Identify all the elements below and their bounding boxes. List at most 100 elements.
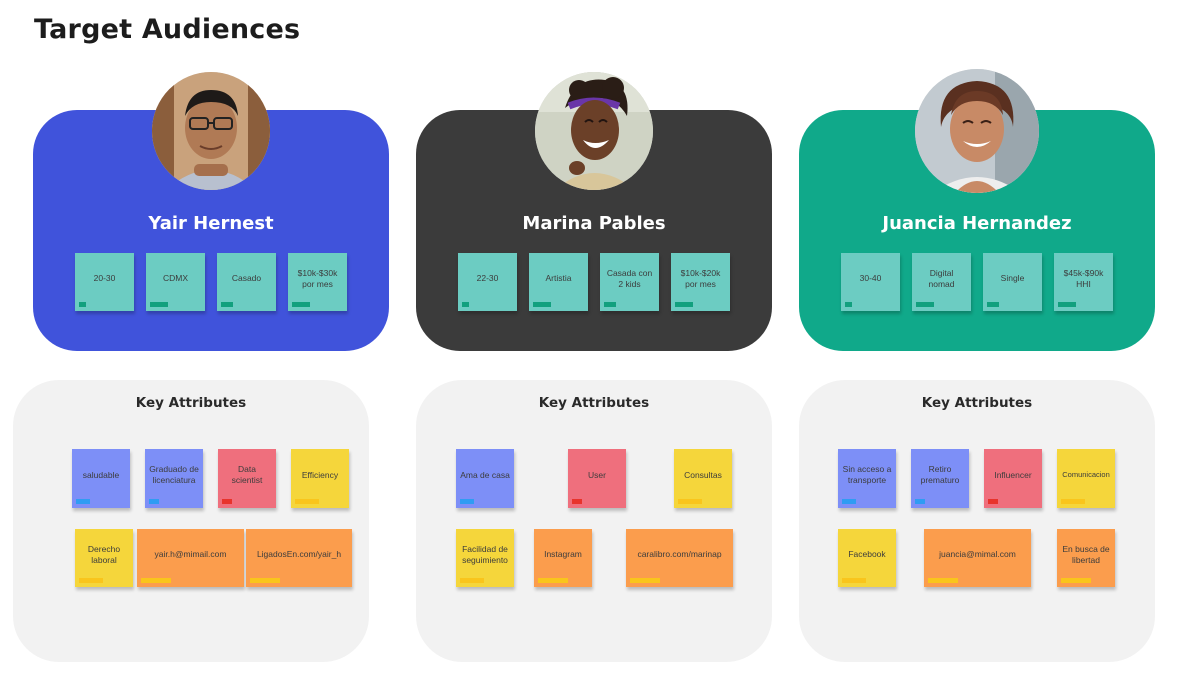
attribute-sticky[interactable]: saludable [72,449,130,508]
sticky-text: User [588,469,606,480]
sticky-tag-strip [1058,302,1076,307]
sticky-text: CDMX [162,273,189,284]
sticky-tag-strip [141,578,171,583]
tag-sticky-income[interactable]: $10k-$20k por mes [671,253,730,311]
attribute-sticky[interactable]: caralibro.com/marinap [626,529,733,587]
tag-sticky-age[interactable]: 30-40 [841,253,900,311]
sticky-text: Single [1000,273,1025,284]
tag-sticky-lifestyle[interactable]: Digital nomad [912,253,971,311]
sticky-tag-strip [250,578,280,583]
tag-sticky-age[interactable]: 22-30 [458,253,517,311]
sticky-tag-strip [916,302,934,307]
sticky-text: LigadosEn.com/yair_h [256,549,342,560]
attribute-sticky[interactable]: Influencer [984,449,1042,508]
sticky-tag-strip [76,499,90,504]
attribute-sticky[interactable]: User [568,449,626,508]
sticky-text: Retiro prematuro [920,464,960,485]
attribute-sticky[interactable]: Comunicacion [1057,449,1115,508]
sticky-tag-strip [460,578,484,583]
sticky-tag-strip [149,499,159,504]
attribute-sticky[interactable]: Efficiency [291,449,349,508]
persona-card-juancia[interactable]: Juancia Hernandez 30-40 Digital nomad Si… [799,69,1155,351]
sticky-text: Influencer [994,469,1032,480]
attribute-sticky[interactable]: Facebook [838,529,896,587]
key-attributes-card-yair[interactable]: Key Attributes saludable Graduado de lic… [13,380,369,662]
attribute-sticky[interactable]: En busca de libertad [1057,529,1115,587]
attribute-sticky[interactable]: Facilidad de seguimiento [456,529,514,587]
attribute-sticky[interactable]: Graduado de licenciatura [145,449,203,508]
persona-card-yair[interactable]: Yair Hernest 20-30 CDMX Casado $10k-$30k… [33,72,389,351]
tag-sticky-income[interactable]: $45k-$90k HHI [1054,253,1113,311]
tag-sticky-income[interactable]: $10k-$30k por mes [288,253,347,311]
persona-name: Yair Hernest [148,213,274,234]
sticky-tag-strip [222,499,232,504]
sticky-text: Derecho laboral [87,543,121,565]
sticky-text: $10k-$30k por mes [297,267,338,289]
sticky-tag-strip [79,578,103,583]
woman-smiling-portrait-icon [915,69,1039,193]
sticky-text: Comunicacion [1062,470,1110,480]
attribute-sticky[interactable]: Consultas [674,449,732,508]
man-with-glasses-portrait-icon [152,72,270,190]
attribute-sticky[interactable]: yair.h@mimail.com [137,529,244,587]
attribute-sticky[interactable]: Derecho laboral [75,529,133,587]
tag-sticky-status[interactable]: Single [983,253,1042,311]
sticky-text: 20-30 [93,273,116,284]
sticky-tag-strip [842,578,866,583]
sticky-tag-strip [842,499,856,504]
sticky-tag-strip [678,499,702,504]
sticky-text: Artistia [545,273,572,284]
sticky-tag-strip [295,499,319,504]
sticky-text: Facilidad de seguimiento [462,543,508,565]
attribute-sticky[interactable]: Instagram [534,529,592,587]
woman-laughing-portrait-icon [535,72,653,190]
key-attributes-title: Key Attributes [538,395,650,411]
attribute-sticky[interactable]: LigadosEn.com/yair_h [246,529,352,587]
sticky-tag-strip [221,302,233,307]
sticky-text: Facebook [848,549,886,560]
sticky-tag-strip [604,302,616,307]
tag-sticky-profession[interactable]: Artistia [529,253,588,311]
persona-card-marina[interactable]: Marina Pables 22-30 Artistia Casada con … [416,72,772,351]
sticky-text: yair.h@mimail.com [154,549,227,560]
sticky-text: 30-40 [859,273,882,284]
sticky-tag-strip [915,499,925,504]
attribute-sticky[interactable]: juancia@mimal.com [924,529,1031,587]
sticky-tag-strip [462,302,469,307]
sticky-tag-strip [1061,499,1085,504]
sticky-text: Efficiency [301,469,339,480]
sticky-tag-strip [538,578,568,583]
sticky-text: $10k-$20k por mes [680,267,721,289]
sticky-tag-strip [845,302,852,307]
key-attributes-card-marina[interactable]: Key Attributes Ama de casa User Consulta… [416,380,772,662]
tag-sticky-status[interactable]: Casado [217,253,276,311]
page-title: Target Audiences [34,14,301,45]
sticky-text: Sin acceso a transporte [842,464,892,485]
tag-sticky-age[interactable]: 20-30 [75,253,134,311]
sticky-text: Digital nomad [928,267,955,289]
tag-sticky-status[interactable]: Casada con 2 kids [600,253,659,311]
sticky-tag-strip [150,302,168,307]
sticky-text: Ama de casa [460,469,510,480]
sticky-tag-strip [1061,578,1091,583]
persona-name: Juancia Hernandez [882,213,1072,234]
sticky-tag-strip [928,578,958,583]
sticky-text: Instagram [544,549,582,560]
sticky-text: Casada con 2 kids [606,267,653,289]
key-attributes-card-juancia[interactable]: Key Attributes Sin acceso a transporte R… [799,380,1155,662]
attribute-sticky[interactable]: Sin acceso a transporte [838,449,896,508]
attribute-sticky[interactable]: Ama de casa [456,449,514,508]
sticky-tag-strip [292,302,310,307]
sticky-text: Casado [231,273,262,284]
sticky-text: Data scientist [231,464,263,485]
sticky-tag-strip [630,578,660,583]
sticky-text: $45k-$90k HHI [1063,267,1104,289]
attribute-sticky[interactable]: Retiro prematuro [911,449,969,508]
sticky-tag-strip [533,302,551,307]
tag-sticky-location[interactable]: CDMX [146,253,205,311]
attribute-sticky[interactable]: Data scientist [218,449,276,508]
sticky-tag-strip [987,302,999,307]
sticky-text: En busca de libertad [1062,543,1110,565]
key-attributes-title: Key Attributes [135,395,247,411]
sticky-tag-strip [988,499,998,504]
